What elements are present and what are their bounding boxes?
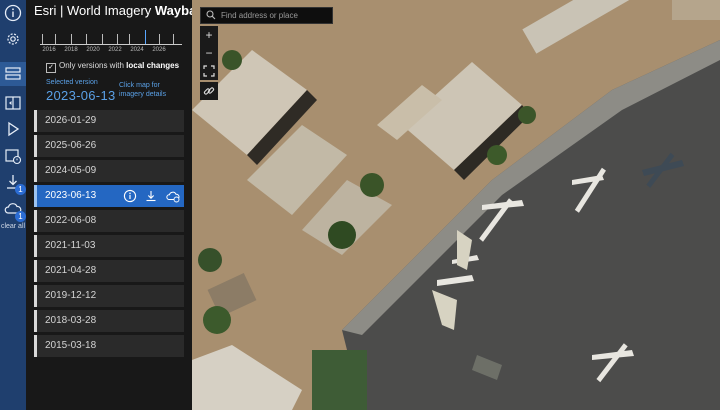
timeline-tick[interactable] (71, 34, 72, 44)
timeline-tick[interactable] (159, 34, 160, 44)
local-changes-filter[interactable]: ✓ Only versions with local changes (46, 61, 179, 73)
satellite-map[interactable] (192, 0, 720, 410)
version-date: 2021-04-28 (45, 265, 97, 276)
icon-rail: 1 1 clear all (0, 0, 26, 410)
version-item[interactable]: 2025-06-26 (34, 135, 184, 157)
version-item[interactable]: 2021-11-03 (34, 235, 184, 257)
search-icon (206, 10, 216, 22)
version-item[interactable]: 2015-03-18 (34, 335, 184, 357)
timeline-tick[interactable] (173, 34, 174, 44)
filter-label-emphasis: local changes (126, 61, 180, 70)
timeline-tick[interactable] (55, 34, 56, 44)
version-date: 2019-12-12 (45, 290, 97, 301)
info-icon[interactable] (4, 4, 22, 22)
selected-version-label: Selected version (46, 79, 98, 86)
timeline-year: 2020 (86, 47, 100, 53)
address-search[interactable] (200, 7, 333, 24)
version-item[interactable]: 2026-01-29 (34, 110, 184, 132)
wayback-panel: Esri | World Imagery Wayback 2016 2018 2… (26, 0, 211, 410)
timeline-tick[interactable] (129, 34, 130, 44)
zoom-out-button[interactable]: − (200, 44, 218, 62)
timeline-tick[interactable] (102, 34, 103, 44)
timeline-tick[interactable] (86, 34, 87, 44)
timeline-year: 2024 (130, 47, 144, 53)
version-item-selected[interactable]: 2023-06-13 (34, 185, 184, 207)
timeline-tick-selected[interactable] (145, 30, 146, 44)
release-timeline[interactable]: 2016 2018 2020 2022 2024 2026 (40, 30, 182, 53)
timeline-year: 2022 (108, 47, 122, 53)
version-date: 2018-03-28 (45, 315, 97, 326)
selected-version-date: 2023-06-13 (46, 88, 116, 103)
version-item[interactable]: 2021-04-28 (34, 260, 184, 282)
timeline-tick[interactable] (117, 34, 118, 44)
gear-icon[interactable] (4, 30, 22, 48)
filter-label: Only versions with (59, 61, 127, 70)
swipe-icon[interactable] (4, 94, 22, 112)
download-count-badge: 1 (15, 184, 26, 195)
timeline-tick[interactable] (42, 34, 43, 44)
share-link-button[interactable] (200, 82, 218, 100)
saved-count-badge: 1 (15, 211, 26, 222)
version-item[interactable]: 2022-06-08 (34, 210, 184, 232)
play-icon[interactable] (4, 120, 22, 138)
version-date: 2015-03-18 (45, 340, 97, 351)
version-date: 2024-05-09 (45, 165, 97, 176)
timeline-year: 2016 (42, 47, 56, 53)
version-date: 2023-06-13 (45, 190, 97, 201)
timeline-year: 2026 (152, 47, 166, 53)
download-icon[interactable] (144, 189, 158, 203)
aerial-imagery (192, 0, 720, 410)
map-click-hint: Click map for imagery details (119, 82, 167, 98)
version-date: 2022-06-08 (45, 215, 97, 226)
layers-nav-item[interactable] (0, 62, 26, 86)
search-input[interactable] (221, 9, 329, 22)
change-detector-icon[interactable] (4, 147, 22, 165)
app-title-text: Esri | World Imagery (34, 3, 155, 18)
version-item[interactable]: 2024-05-09 (34, 160, 184, 182)
zoom-in-button[interactable]: + (200, 26, 218, 44)
version-date: 2021-11-03 (45, 240, 96, 251)
version-list: 2026-01-29 2025-06-26 2024-05-09 2023-06… (34, 110, 184, 360)
version-date: 2025-06-26 (45, 140, 97, 151)
version-date: 2026-01-29 (45, 115, 97, 126)
version-item[interactable]: 2019-12-12 (34, 285, 184, 307)
info-icon[interactable] (123, 189, 137, 203)
fullscreen-button[interactable] (200, 62, 218, 80)
swipe-layers-icon (5, 67, 21, 80)
add-to-saved-cloud-icon[interactable] (166, 189, 180, 203)
timeline-year: 2018 (64, 47, 78, 53)
version-item[interactable]: 2018-03-28 (34, 310, 184, 332)
timeline-axis (40, 44, 182, 45)
app-title: Esri | World Imagery Wayback (34, 3, 211, 18)
checkbox-checked-icon[interactable]: ✓ (46, 63, 56, 73)
clear-all-link[interactable]: clear all (0, 223, 26, 230)
fullscreen-icon (203, 65, 215, 77)
link-icon (203, 87, 215, 95)
